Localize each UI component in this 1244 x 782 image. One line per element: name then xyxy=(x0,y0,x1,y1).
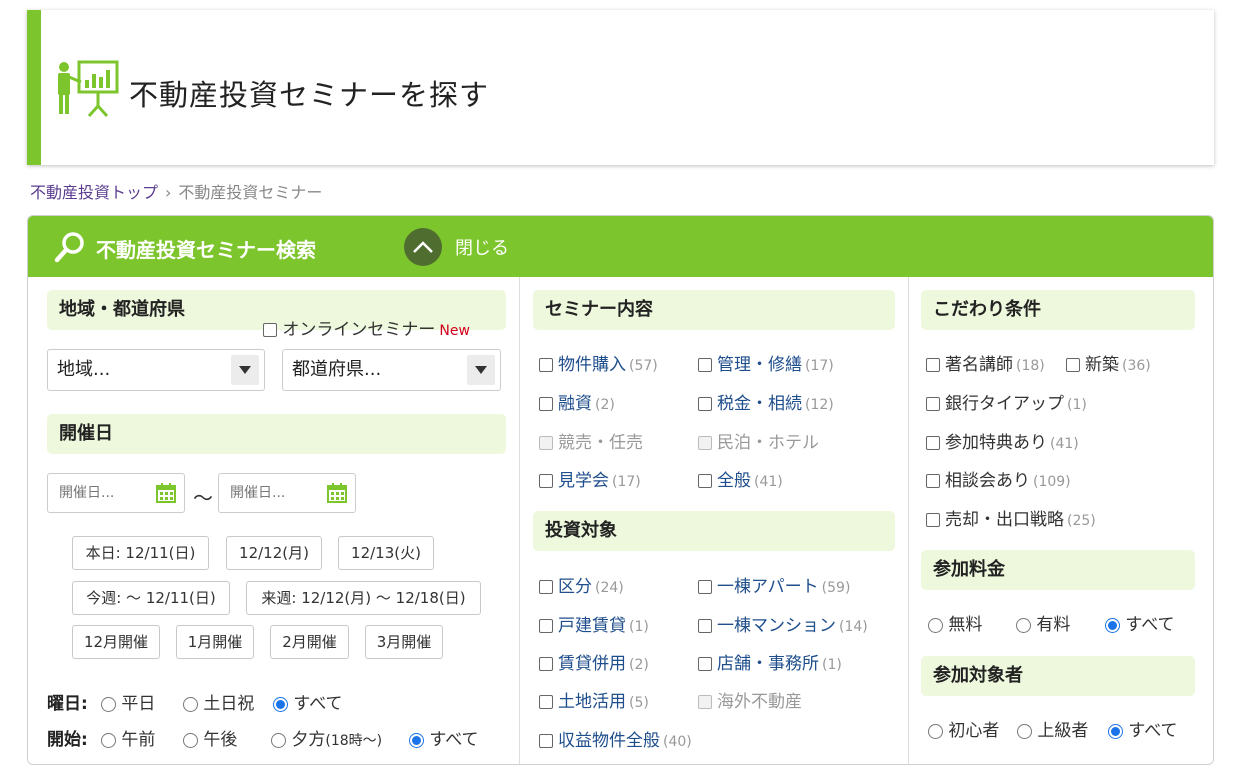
target-item-apartment-building[interactable]: 一棟アパート (59) xyxy=(698,572,850,597)
content-item-purchase[interactable]: 物件購入 (57) xyxy=(539,350,658,375)
content-item-auction: 競売・任売 xyxy=(539,428,643,453)
dropdown-arrow-icon xyxy=(467,355,495,385)
condition-bank-tieup[interactable]: 銀行タイアップ (1) xyxy=(926,389,1087,414)
search-icon xyxy=(54,232,84,263)
condition-famous-lecturer[interactable]: 著名講師 (18) xyxy=(926,350,1045,375)
weekday-option-weekday[interactable]: 平日 xyxy=(101,689,155,714)
conditions-heading: こだわり条件 xyxy=(921,290,1195,330)
new-badge: New xyxy=(439,323,470,339)
close-search-toggle[interactable]: 閉じる xyxy=(404,227,509,267)
region-select[interactable]: 地域... xyxy=(47,349,265,391)
target-item-overseas: 海外不動産 xyxy=(698,687,802,712)
content-item-financing[interactable]: 融資 (2) xyxy=(539,389,615,414)
date-heading: 開催日 xyxy=(47,414,506,454)
target-item-land-use[interactable]: 土地活用 (5) xyxy=(539,687,649,712)
seminar-search-panel: 不動産投資セミナー検索 閉じる 地域・都道府県 オンラインセミナー New 地域.… xyxy=(27,215,1214,765)
target-item-unit[interactable]: 区分 (24) xyxy=(539,572,624,597)
breadcrumb-separator: › xyxy=(165,183,172,202)
date-quick-next-week[interactable]: 来週: 12/12(月) 〜 12/18(日) xyxy=(246,581,481,615)
target-item-rental-combined[interactable]: 賃貸併用 (2) xyxy=(539,649,649,674)
content-item-management[interactable]: 管理・修繕 (17) xyxy=(698,350,834,375)
calendar-icon[interactable] xyxy=(327,483,347,503)
chevron-up-icon xyxy=(404,228,442,266)
content-item-tour[interactable]: 見学会 (17) xyxy=(539,466,641,491)
date-quick-february[interactable]: 2月開催 xyxy=(270,625,349,659)
start-option-all[interactable]: すべて xyxy=(409,725,479,750)
condition-exit-strategy[interactable]: 売却・出口戦略 (25) xyxy=(926,505,1096,530)
fee-option-all[interactable]: すべて xyxy=(1105,610,1175,635)
fee-heading: 参加料金 xyxy=(921,550,1195,590)
date-quick-this-week[interactable]: 今週: 〜 12/11(日) xyxy=(72,581,230,615)
date-from-input[interactable]: 開催日... xyxy=(47,473,185,513)
start-time-label: 開始: xyxy=(47,730,88,750)
content-item-general[interactable]: 全般 (41) xyxy=(698,466,783,491)
condition-participation-bonus[interactable]: 参加特典あり (41) xyxy=(926,428,1079,453)
close-label: 閉じる xyxy=(455,238,509,259)
online-checkbox[interactable] xyxy=(263,323,277,337)
date-quick-1213[interactable]: 12/13(火) xyxy=(338,536,434,570)
date-quick-1212[interactable]: 12/12(月) xyxy=(226,536,322,570)
search-panel-header: 不動産投資セミナー検索 閉じる xyxy=(28,216,1213,277)
date-range-tilde: 〜 xyxy=(193,486,213,510)
page-title: 不動産投資セミナーを探す xyxy=(129,78,490,112)
dropdown-arrow-icon xyxy=(231,355,259,385)
date-quick-december[interactable]: 12月開催 xyxy=(72,625,160,659)
date-to-input[interactable]: 開催日... xyxy=(218,473,356,513)
audience-heading: 参加対象者 xyxy=(921,656,1195,696)
region-date-column: 地域・都道府県 オンラインセミナー New 地域... 都道府県... 開催日 開… xyxy=(28,277,519,764)
prefecture-select[interactable]: 都道府県... xyxy=(282,349,501,391)
audience-option-beginner[interactable]: 初心者 xyxy=(928,716,999,741)
target-item-house-rental[interactable]: 戸建賃貸 (1) xyxy=(539,611,649,636)
search-panel-title: 不動産投資セミナー検索 xyxy=(96,238,316,262)
audience-option-all[interactable]: すべて xyxy=(1108,716,1178,741)
calendar-icon[interactable] xyxy=(156,483,176,503)
seminar-presentation-icon xyxy=(58,60,119,118)
date-quick-january[interactable]: 1月開催 xyxy=(176,625,254,659)
date-quick-today[interactable]: 本日: 12/11(日) xyxy=(72,536,209,570)
target-item-income-general[interactable]: 収益物件全般 (40) xyxy=(539,726,692,751)
target-item-store-office[interactable]: 店舗・事務所 (1) xyxy=(698,649,842,674)
condition-consultation[interactable]: 相談会あり (109) xyxy=(926,466,1071,491)
content-item-tax[interactable]: 税金・相続 (12) xyxy=(698,389,834,414)
fee-option-free[interactable]: 無料 xyxy=(928,610,982,635)
breadcrumb-current: 不動産投資セミナー xyxy=(178,183,323,202)
breadcrumb-home-link[interactable]: 不動産投資トップ xyxy=(30,183,158,202)
breadcrumb: 不動産投資トップ › 不動産投資セミナー xyxy=(30,179,322,203)
seminar-content-column: セミナー内容 物件購入 (57) 管理・修繕 (17) 融資 (2) 税金・相続 (12… xyxy=(519,277,908,764)
weekday-option-weekend[interactable]: 土日祝 xyxy=(183,689,254,714)
start-option-afternoon[interactable]: 午後 xyxy=(183,725,237,750)
weekday-label: 曜日: xyxy=(47,694,88,714)
online-label: オンラインセミナー xyxy=(282,320,436,340)
investment-target-heading: 投資対象 xyxy=(533,511,895,551)
content-item-lodging: 民泊・ホテル xyxy=(698,428,819,453)
start-option-evening[interactable]: 夕方(18時〜) xyxy=(271,725,382,750)
date-quick-march[interactable]: 3月開催 xyxy=(365,625,443,659)
fee-option-paid[interactable]: 有料 xyxy=(1016,610,1070,635)
page-header: 不動産投資セミナーを探す xyxy=(27,10,1214,165)
online-seminar-checkbox[interactable]: オンラインセミナー New xyxy=(263,315,470,340)
weekday-option-all[interactable]: すべて xyxy=(273,689,343,714)
target-item-mansion-building[interactable]: 一棟マンション (14) xyxy=(698,611,868,636)
seminar-content-heading: セミナー内容 xyxy=(533,290,895,330)
audience-option-advanced[interactable]: 上級者 xyxy=(1017,716,1088,741)
start-option-morning[interactable]: 午前 xyxy=(101,725,155,750)
condition-new-build[interactable]: 新築 (36) xyxy=(1066,350,1151,375)
conditions-column: こだわり条件 著名講師 (18) 新築 (36) 銀行タイアップ (1) 参加特典あり… xyxy=(908,277,1213,764)
